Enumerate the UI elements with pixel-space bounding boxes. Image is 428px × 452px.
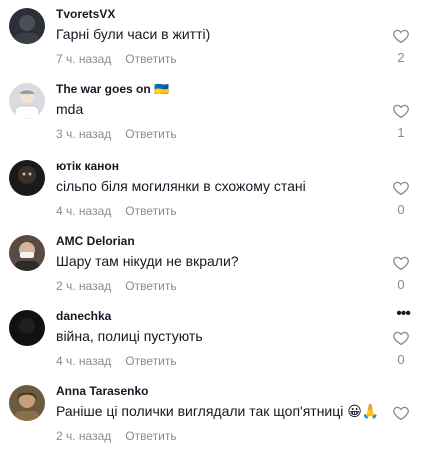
reply-button[interactable]: Ответить bbox=[125, 354, 176, 368]
comment-item: AMC Delorian Шару там нікуди не вкрали? … bbox=[0, 227, 428, 302]
reply-button[interactable]: Ответить bbox=[125, 279, 176, 293]
comment-text: війна, полиці пустують bbox=[56, 328, 203, 344]
username[interactable]: Anna Tarasenko bbox=[56, 384, 148, 398]
comment-item: ••• danechka війна, полиці пустують 4 ч.… bbox=[0, 302, 428, 377]
avatar[interactable] bbox=[9, 8, 45, 44]
username[interactable]: The war goes on 🇺🇦 bbox=[56, 82, 169, 96]
reply-button[interactable]: Ответить bbox=[125, 52, 176, 66]
avatar[interactable] bbox=[9, 160, 45, 196]
comment-text: mda bbox=[56, 101, 84, 117]
avatar[interactable] bbox=[9, 235, 45, 271]
reply-button[interactable]: Ответить bbox=[125, 204, 176, 218]
username[interactable]: AMC Delorian bbox=[56, 234, 135, 248]
timestamp: 4 ч. назад bbox=[56, 354, 112, 368]
username[interactable]: danechka bbox=[56, 309, 111, 323]
heart-outline-icon[interactable] bbox=[392, 329, 410, 347]
like-count: 2 bbox=[397, 50, 405, 65]
comment-meta: 2 ч. назад Ответить bbox=[56, 429, 177, 443]
timestamp: 4 ч. назад bbox=[56, 204, 112, 218]
username[interactable]: TvoretsVX bbox=[56, 7, 115, 21]
comment-item: ютік канон сільпо біля могилянки в схожо… bbox=[0, 152, 428, 227]
like-count: 0 bbox=[397, 277, 405, 292]
timestamp: 7 ч. назад bbox=[56, 52, 112, 66]
comment-meta: 7 ч. назад Ответить bbox=[56, 52, 177, 66]
like-count: 0 bbox=[397, 352, 405, 367]
timestamp: 3 ч. назад bbox=[56, 127, 112, 141]
comment-meta: 4 ч. назад Ответить bbox=[56, 354, 177, 368]
heart-outline-icon[interactable] bbox=[392, 404, 410, 422]
heart-outline-icon[interactable] bbox=[392, 254, 410, 272]
comment-text: Шару там нікуди не вкрали? bbox=[56, 253, 239, 269]
comment-meta: 3 ч. назад Ответить bbox=[56, 127, 177, 141]
comment-list: TvoretsVX Гарні були часи в житті) 7 ч. … bbox=[0, 0, 428, 443]
comment-meta: 2 ч. назад Ответить bbox=[56, 279, 177, 293]
like-count: 1 bbox=[397, 125, 405, 140]
avatar[interactable] bbox=[9, 385, 45, 421]
reply-button[interactable]: Ответить bbox=[125, 429, 176, 443]
comment-text: Гарні були часи в житті) bbox=[56, 26, 211, 42]
comment-item: Anna Tarasenko Раніше ці полички вигляда… bbox=[0, 377, 428, 452]
timestamp: 2 ч. назад bbox=[56, 429, 112, 443]
comment-item: TvoretsVX Гарні були часи в житті) 7 ч. … bbox=[0, 0, 428, 75]
heart-outline-icon[interactable] bbox=[392, 179, 410, 197]
heart-outline-icon[interactable] bbox=[392, 27, 410, 45]
timestamp: 2 ч. назад bbox=[56, 279, 112, 293]
like-count: 0 bbox=[397, 202, 405, 217]
reply-button[interactable]: Ответить bbox=[125, 127, 176, 141]
username[interactable]: ютік канон bbox=[56, 159, 119, 173]
comment-text: Раніше ці полички виглядали так щоп'ятни… bbox=[56, 403, 380, 419]
comment-item: The war goes on 🇺🇦 mda 3 ч. назад Ответит… bbox=[0, 75, 428, 150]
heart-outline-icon[interactable] bbox=[392, 102, 410, 120]
avatar[interactable] bbox=[9, 83, 45, 119]
more-horizontal-icon[interactable]: ••• bbox=[396, 306, 411, 322]
comment-text: сільпо біля могилянки в схожому стані bbox=[56, 178, 306, 194]
comment-meta: 4 ч. назад Ответить bbox=[56, 204, 177, 218]
avatar[interactable] bbox=[9, 310, 45, 346]
